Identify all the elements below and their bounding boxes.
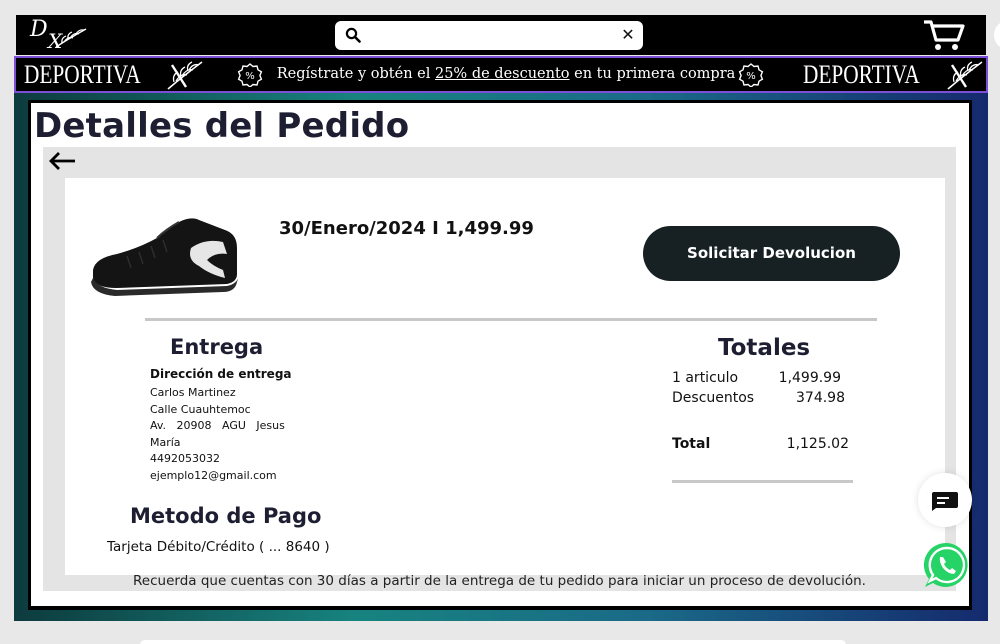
content-border: Detalles del Pedido 30/Enero/2024 I 1,49…: [28, 100, 972, 610]
chat-button[interactable]: [918, 473, 972, 527]
back-arrow-icon[interactable]: [47, 149, 79, 173]
order-date-price: 30/Enero/2024 I 1,499.99: [279, 218, 534, 239]
laurel-icon: [947, 61, 983, 90]
address-line: María: [150, 435, 181, 449]
address-line: ejemplo12@gmail.com: [150, 468, 277, 482]
brand-wordmark-left: DEPORTIVA: [24, 60, 141, 89]
order-panel: 30/Enero/2024 I 1,499.99 Solicitar Devol…: [43, 147, 956, 591]
totals-items-label: 1 articulo: [672, 370, 739, 386]
logo-letter-x: X: [48, 29, 63, 53]
divider: [672, 480, 853, 483]
totals-discount-value: 374.98: [796, 390, 845, 406]
search-input[interactable]: [369, 25, 609, 45]
search-icon[interactable]: [345, 27, 361, 43]
totals-total-value: 1,125.02: [786, 436, 849, 452]
delivery-address: Carlos Martinez Calle Cuauhtemoc Av. 209…: [150, 385, 300, 485]
payment-heading: Metodo de Pago: [130, 504, 322, 528]
totals-items-value: 1,499.99: [778, 370, 841, 386]
address-line: 4492053032: [150, 452, 220, 466]
search-bar[interactable]: ✕: [335, 21, 643, 50]
logo-letter-d: D: [30, 17, 48, 42]
page-title: Detalles del Pedido: [34, 106, 410, 146]
svg-text:%: %: [746, 71, 756, 82]
order-details-sheet: Detalles del Pedido 30/Enero/2024 I 1,49…: [31, 103, 969, 606]
edge-widget[interactable]: [994, 20, 1000, 50]
promo-text: Regístrate y obtén el 25% de descuento e…: [236, 58, 776, 91]
request-return-button[interactable]: Solicitar Devolucion: [643, 226, 900, 281]
totals-total-label: Total: [672, 436, 711, 452]
address-line: Carlos Martinez: [150, 386, 236, 399]
promo-text-start: Regístrate y obtén el: [276, 66, 435, 82]
address-line: Calle Cuauhtemoc: [150, 402, 251, 416]
content-frame: Detalles del Pedido 30/Enero/2024 I 1,49…: [14, 93, 988, 621]
product-image[interactable]: [87, 208, 247, 298]
cart-icon[interactable]: [922, 18, 966, 52]
divider: [145, 318, 877, 321]
promo-text-end: en tu primera compra: [569, 66, 736, 82]
chat-icon: [932, 492, 958, 511]
brand-logo[interactable]: D X: [30, 17, 87, 53]
return-policy-notice: Recuerda que cuentas con 30 días a parti…: [133, 573, 866, 589]
payment-method: Tarjeta Débito/Crédito ( ... 8640 ): [107, 539, 330, 555]
address-line: Av. 20908 AGU Jesus: [150, 419, 285, 433]
bottom-bar: [140, 640, 846, 644]
brand-wordmark-right: DEPORTIVA: [803, 60, 920, 89]
order-card: 30/Enero/2024 I 1,499.99 Solicitar Devol…: [65, 178, 945, 575]
page: D X ✕ DEPORTIVA % Regístrate y obtén el …: [0, 0, 1000, 644]
totals-heading: Totales: [718, 335, 811, 361]
close-icon[interactable]: ✕: [619, 24, 637, 46]
totals-discount-label: Descuentos: [672, 390, 755, 406]
top-header: D X ✕: [16, 15, 986, 55]
delivery-heading: Entrega: [170, 335, 264, 359]
delivery-address-label: Dirección de entrega: [150, 367, 292, 381]
promo-discount-link[interactable]: 25% de descuento: [435, 66, 570, 82]
promo-banner[interactable]: DEPORTIVA % Regístrate y obtén el 25% de…: [14, 56, 988, 93]
laurel-icon: [167, 61, 203, 90]
percent-badge-icon: %: [738, 63, 764, 87]
whatsapp-icon[interactable]: [922, 540, 972, 590]
